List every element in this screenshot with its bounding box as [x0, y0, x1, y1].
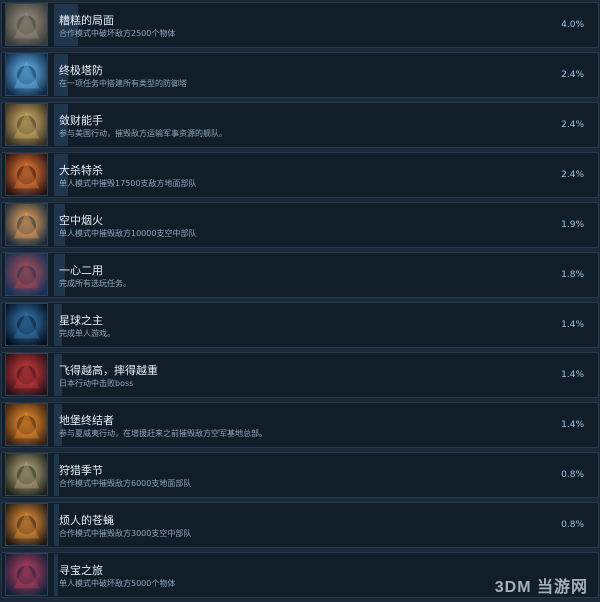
skull-explosion-icon	[5, 153, 48, 196]
achievement-description: 单人模式中破坏敌方5000个物体	[59, 579, 176, 588]
achievement-description: 完成单人游戏。	[59, 329, 115, 338]
unlock-percentage: 2.4%	[561, 120, 584, 130]
watermark: 3DM 当游网	[494, 579, 588, 596]
achievement-title: 飞得越高，摔得越重	[59, 364, 158, 377]
planet-icon	[5, 303, 48, 346]
achievement-title: 星球之主	[59, 314, 103, 327]
unlock-percentage: 0.8%	[561, 520, 584, 530]
tower-defense-icon	[5, 53, 48, 96]
unlock-percentage: 0.8%	[561, 470, 584, 480]
achievement-title: 一心二用	[59, 264, 103, 277]
map-icon	[5, 253, 48, 296]
achievement-row[interactable]: 一心二用完成所有选玩任务。 1.8%	[1, 252, 599, 298]
achievement-title: 狩猎季节	[59, 464, 103, 477]
achievement-title: 烦人的苍蝇	[59, 514, 114, 527]
aircraft-icon	[5, 203, 48, 246]
unlock-percentage: 1.4%	[561, 420, 584, 430]
achievement-description: 合作模式中摧毁敌方3000支空中部队	[59, 529, 192, 538]
achievement-row[interactable]: 地堡终结者参与夏威夷行动，在增援赶来之前摧毁敌方空军基地总部。 1.4%	[1, 402, 599, 448]
achievement-row[interactable]: 终极塔防在一项任务中搭建所有类型的防御塔 2.4%	[1, 52, 599, 98]
unlock-percentage: 4.0%	[561, 20, 584, 30]
crashing-plane-icon	[5, 503, 48, 546]
achievement-description: 完成所有选玩任务。	[59, 279, 131, 288]
achievement-row[interactable]: 狩猎季节合作模式中摧毁敌方6000支地面部队 0.8%	[1, 452, 599, 498]
achievement-title: 空中烟火	[59, 214, 103, 227]
achievement-row[interactable]: 飞得越高，摔得越重日本行动中击败boss 1.4%	[1, 352, 599, 398]
achievement-description: 参与夏威夷行动，在增援赶来之前摧毁敌方空军基地总部。	[59, 429, 267, 438]
chessboard-icon	[5, 3, 48, 46]
achievement-description: 合作模式中破坏敌方2500个物体	[59, 29, 176, 38]
achievement-title: 糟糕的局面	[59, 14, 114, 27]
unlock-percentage: 1.9%	[561, 220, 584, 230]
achievement-row[interactable]: 敛财能手参与美国行动，摧毁敌方运输军事资源的舰队。 2.4%	[1, 102, 599, 148]
achievement-description: 合作模式中摧毁敌方6000支地面部队	[59, 479, 192, 488]
achievement-title: 终极塔防	[59, 64, 103, 77]
achievement-description: 单人模式中摧毁敌方10000支空中部队	[59, 229, 197, 238]
achievement-description: 在一项任务中搭建所有类型的防御塔	[59, 79, 187, 88]
unlock-percentage: 1.4%	[561, 320, 584, 330]
achievement-title: 寻宝之旅	[59, 564, 103, 577]
mech-boss-icon	[5, 353, 48, 396]
money-icon	[5, 103, 48, 146]
achievement-row[interactable]: 星球之主完成单人游戏。 1.4%	[1, 302, 599, 348]
unlock-percentage: 1.8%	[561, 270, 584, 280]
unlock-percentage: 1.4%	[561, 370, 584, 380]
achievement-row[interactable]: 糟糕的局面合作模式中破坏敌方2500个物体 4.0%	[1, 2, 599, 48]
unlock-percentage: 2.4%	[561, 170, 584, 180]
achievement-title: 地堡终结者	[59, 414, 114, 427]
achievement-description: 单人模式中摧毁17500支敌方地面部队	[59, 179, 197, 188]
achievement-row[interactable]: 烦人的苍蝇合作模式中摧毁敌方3000支空中部队 0.8%	[1, 502, 599, 548]
achievement-row[interactable]: 空中烟火单人模式中摧毁敌方10000支空中部队 1.9%	[1, 202, 599, 248]
achievement-description: 日本行动中击败boss	[59, 379, 134, 388]
achievement-list: 糟糕的局面合作模式中破坏敌方2500个物体 4.0% 终极塔防在一项任务中搭建所有类…	[0, 0, 600, 602]
achievement-description: 参与美国行动，摧毁敌方运输军事资源的舰队。	[59, 129, 227, 138]
achievement-title: 大杀特杀	[59, 164, 103, 177]
unlock-percentage: 2.4%	[561, 70, 584, 80]
achievement-row[interactable]: 大杀特杀单人模式中摧毁17500支敌方地面部队 2.4%	[1, 152, 599, 198]
unlock-rate-bar	[54, 554, 59, 596]
treasure-icon	[5, 553, 48, 596]
helmet-skull-icon	[5, 453, 48, 496]
bunker-icon	[5, 403, 48, 446]
achievement-title: 敛财能手	[59, 114, 103, 127]
